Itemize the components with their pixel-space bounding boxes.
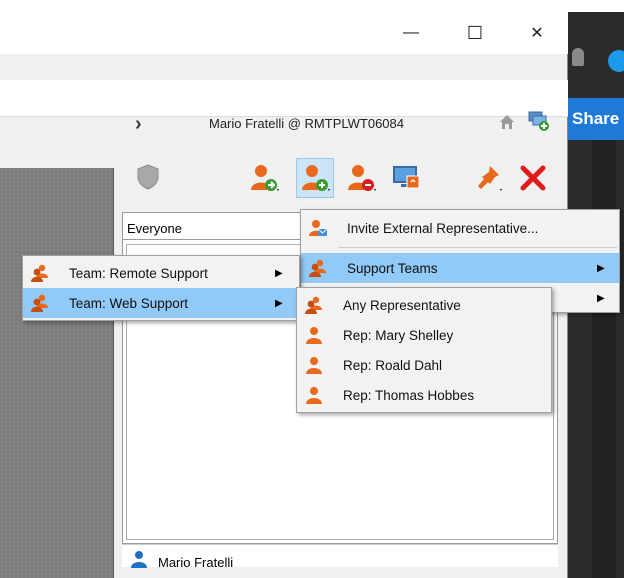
menu-item-rep-thomas-hobbes[interactable]: Rep: Thomas Hobbes <box>297 380 551 410</box>
rep-icon <box>306 357 322 374</box>
bell-icon[interactable] <box>572 48 584 66</box>
close-button[interactable]: ✕ <box>514 12 560 54</box>
team-icon <box>31 294 48 312</box>
menu-item-rep-roald-dahl[interactable]: Rep: Roald Dahl <box>297 350 551 380</box>
menu-item-label: Support Teams <box>347 260 438 276</box>
menu-item-label: Rep: Thomas Hobbes <box>343 387 475 403</box>
home-icon[interactable] <box>499 114 515 130</box>
menu-item-team-web-support[interactable]: Team: Web Support ▶ <box>23 288 299 318</box>
rep-icon <box>306 327 322 344</box>
background-top <box>0 0 624 12</box>
current-user-name: Mario Fratelli <box>158 555 234 570</box>
shield-icon <box>137 164 159 190</box>
submenu-arrow-icon: ▶ <box>275 267 283 279</box>
menu-item-rep-mary-shelley[interactable]: Rep: Mary Shelley <box>297 320 551 350</box>
screens-add-icon[interactable] <box>528 110 550 132</box>
user-icon <box>131 551 147 568</box>
team-icon <box>305 296 322 314</box>
menu-item-label: Rep: Roald Dahl <box>343 357 443 373</box>
avatar[interactable] <box>608 50 624 72</box>
remove-user-button[interactable] <box>344 160 378 196</box>
user-host-label: Mario Fratelli @ RMTPLWT06084 <box>209 116 404 131</box>
menu-item-support-teams[interactable]: Support Teams ▶ <box>301 253 619 283</box>
add-user-icon <box>251 165 279 191</box>
left-pane <box>0 168 114 578</box>
team-icon <box>31 264 48 282</box>
menu-item-label: Invite External Representative... <box>347 220 539 236</box>
teams-submenu: Team: Remote Support ▶ Team: Web Support… <box>22 255 300 321</box>
close-x-icon <box>520 165 546 191</box>
menu-item-any-representative[interactable]: Any Representative <box>297 290 551 320</box>
close-session-button[interactable] <box>516 160 550 196</box>
submenu-arrow-icon: ▶ <box>597 292 605 304</box>
submenu-arrow-icon: ▶ <box>275 297 283 309</box>
menu-item-label: Team: Web Support <box>69 295 189 311</box>
maximize-button[interactable]: ☐ <box>452 12 498 54</box>
pin-icon <box>478 166 502 191</box>
remove-user-icon <box>348 165 376 191</box>
screen-share-button[interactable] <box>390 160 424 196</box>
title-bar: — ☐ ✕ <box>0 12 568 54</box>
screen-share-icon <box>393 166 420 189</box>
menu-item-label: Team: Remote Support <box>69 265 208 281</box>
rep-icon <box>306 387 322 404</box>
minimize-button[interactable]: — <box>388 12 434 54</box>
filter-dropdown[interactable]: Everyone <box>122 212 302 240</box>
add-user-button[interactable] <box>247 160 281 196</box>
menu-bar <box>0 80 568 117</box>
submenu-arrow-icon: ▶ <box>597 262 605 274</box>
chevron-right-icon[interactable]: › <box>135 113 142 136</box>
representatives-submenu: Any Representative Rep: Mary Shelley Rep… <box>296 287 552 413</box>
invite-mail-icon <box>309 220 327 236</box>
background-scrollbar <box>592 140 616 578</box>
pin-button[interactable] <box>470 160 504 196</box>
menu-item-invite-external[interactable]: Invite External Representative... <box>301 213 619 243</box>
menu-item-label: Rep: Mary Shelley <box>343 327 454 343</box>
invite-user-icon <box>302 165 330 191</box>
menu-item-label: Any Representative <box>343 297 461 313</box>
team-icon <box>309 259 326 277</box>
invite-user-button[interactable] <box>296 158 334 198</box>
share-button[interactable]: Share <box>568 98 624 140</box>
menu-item-team-remote-support[interactable]: Team: Remote Support ▶ <box>23 258 299 288</box>
